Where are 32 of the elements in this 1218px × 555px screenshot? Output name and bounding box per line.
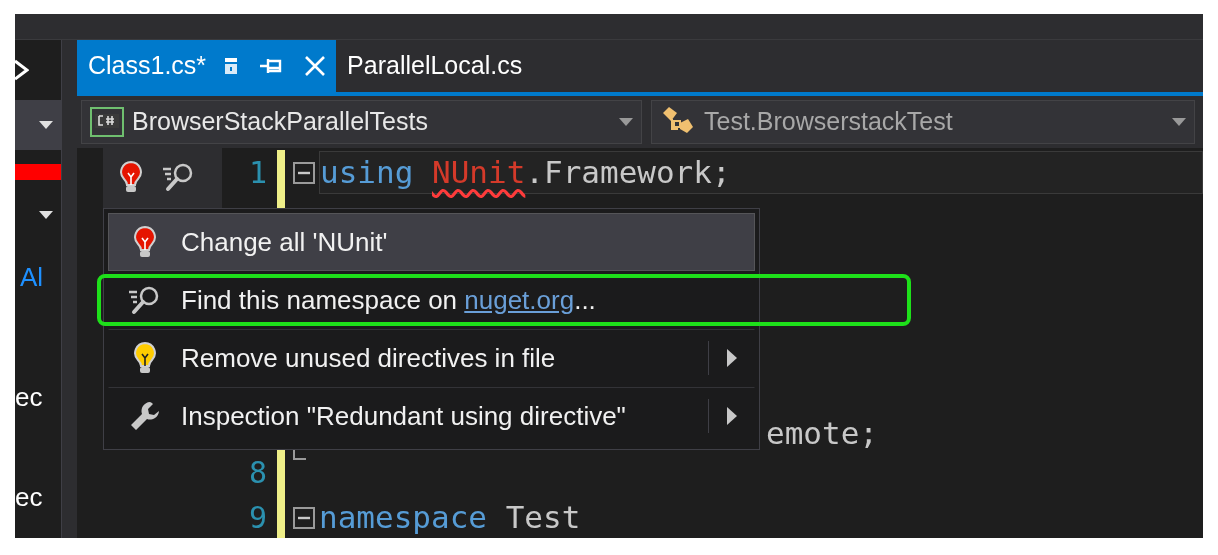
menu-item[interactable]: Inspection "Redundant using directive" (108, 387, 755, 445)
navigation-dropdown[interactable]: Test.BrowserstackTest (651, 100, 1195, 144)
collapse-icon[interactable] (293, 161, 315, 184)
link[interactable]: nuget.org (464, 284, 575, 315)
line-number: 8 (247, 453, 268, 492)
error-bar (15, 164, 61, 180)
lightbulb-button[interactable] (119, 159, 143, 194)
lightbulb-icon (133, 341, 157, 375)
line-number: 1 (247, 153, 268, 192)
close-icon (15, 59, 29, 81)
text-fragment: ec (15, 481, 44, 514)
csharp-file-icon (90, 107, 124, 137)
caret-icon (1172, 118, 1186, 126)
caret-icon (39, 121, 53, 129)
code-line: emote; (766, 414, 878, 449)
close-icon (304, 55, 327, 77)
menu-item[interactable]: Change all 'NUnit' (108, 213, 755, 271)
link-fragment[interactable]: Al (15, 260, 61, 295)
caret-icon (39, 211, 53, 219)
pin-icon (260, 57, 283, 75)
navigation-dropdown[interactable]: BrowserStackParallelTests (81, 100, 642, 144)
line-number: 9 (247, 498, 268, 537)
dropdown[interactable] (15, 100, 61, 150)
text-fragment: ec (15, 381, 44, 414)
code-line: namespace Test (319, 498, 581, 538)
collapse-icon[interactable] (293, 506, 315, 529)
lightbulb-icon (133, 225, 157, 259)
caret-icon (619, 118, 633, 126)
menu-item[interactable]: Find this namespace on nuget.org... (108, 271, 755, 329)
tab[interactable]: Class1.cs* (77, 40, 337, 92)
lock-icon (224, 57, 239, 75)
menu-item[interactable]: Remove unused directives in file (108, 329, 755, 387)
